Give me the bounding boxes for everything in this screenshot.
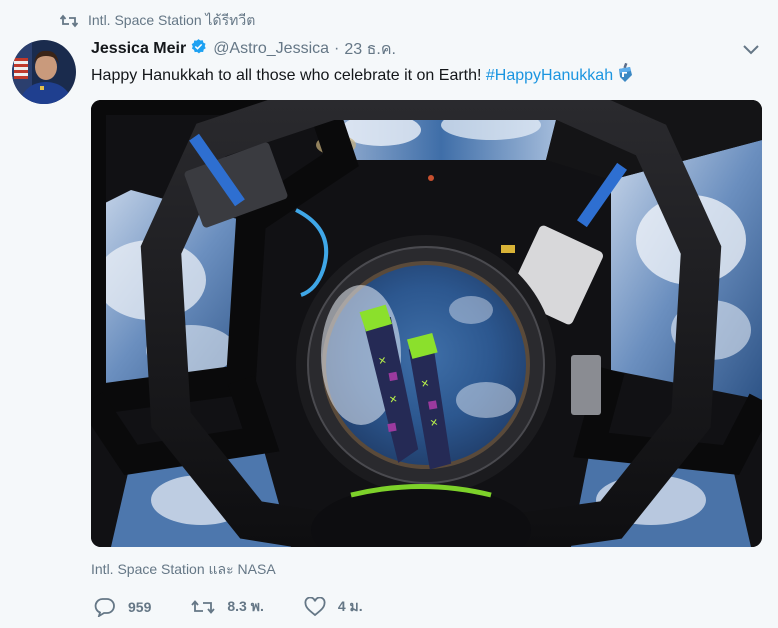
retweet-context-text[interactable]: Intl. Space Station ได้รีทวีต (88, 10, 255, 32)
reply-count: 959 (128, 599, 152, 615)
avatar[interactable] (12, 40, 76, 104)
tagged-users[interactable]: Intl. Space Station และ NASA (91, 559, 276, 581)
retweet-action-icon (191, 598, 216, 616)
like-count: 4 ม. (337, 598, 363, 614)
retweet-icon (60, 14, 78, 28)
tweet-body-text: Happy Hanukkah to all those who celebrat… (91, 67, 486, 84)
separator-dot: · (334, 40, 340, 57)
retweet-button[interactable]: 8.3 พ. (191, 596, 264, 618)
hashtag-link[interactable]: #HappyHanukkah (486, 67, 613, 84)
heart-icon (304, 597, 326, 617)
user-handle[interactable]: @Astro_Jessica (213, 40, 329, 58)
dreidel-emoji-icon (615, 62, 635, 90)
tweet-card[interactable]: Intl. Space Station ได้รีทวีต Jessica Me… (0, 0, 778, 628)
reply-button[interactable]: 959 (94, 597, 151, 617)
tweet-header: Jessica Meir @Astro_Jessica · 23 ธ.ค. (91, 38, 396, 60)
tweet-menu-chevron-down-icon[interactable] (742, 43, 760, 61)
verified-badge-icon (190, 38, 207, 60)
tweet-photo[interactable]: ✕ ✕ ✕ ✕ (91, 100, 762, 547)
like-button[interactable]: 4 ม. (304, 596, 363, 618)
retweet-context[interactable]: Intl. Space Station ได้รีทวีต (60, 11, 255, 31)
tweet-text: Happy Hanukkah to all those who celebrat… (91, 62, 635, 90)
tweet-actions: 959 8.3 พ. 4 ม. (94, 594, 363, 620)
display-name[interactable]: Jessica Meir (91, 40, 186, 58)
retweet-count: 8.3 พ. (227, 598, 264, 614)
tweet-timestamp[interactable]: 23 ธ.ค. (344, 37, 396, 62)
reply-icon (94, 597, 116, 617)
